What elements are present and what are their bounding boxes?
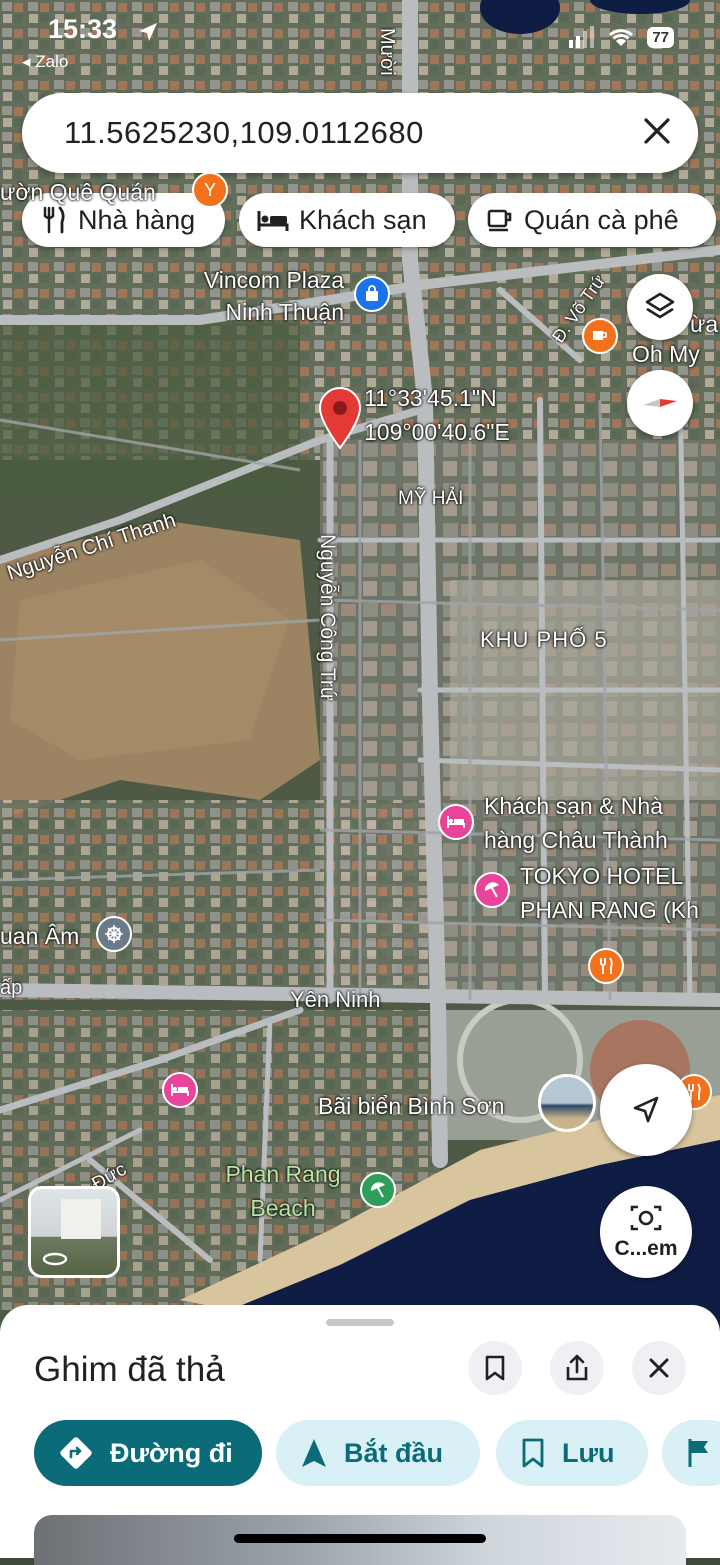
- fork-knife-icon: [600, 957, 613, 974]
- pin-latitude: 11°33'45.1"N: [364, 385, 497, 411]
- start-button[interactable]: Bắt đầu: [276, 1420, 480, 1486]
- map-label-nguyen-cong-tru: Nguyễn Công Trứ: [316, 534, 339, 701]
- map-label-vincom-2: Ninh Thuận: [225, 299, 345, 325]
- hotel-poi-icon[interactable]: [438, 804, 474, 840]
- cafe-poi-icon[interactable]: [582, 318, 618, 354]
- chip-hotels-label: Khách sạn: [299, 204, 427, 235]
- compass-icon: [643, 399, 677, 407]
- home-indicator[interactable]: [234, 1534, 486, 1543]
- umbrella-icon: [484, 882, 499, 898]
- navigation-arrow-icon: [302, 1439, 326, 1467]
- save-label: Lưu: [562, 1437, 615, 1468]
- bed-icon: [257, 211, 289, 231]
- status-icons: 77: [569, 26, 674, 48]
- beach-umbrella-poi-icon[interactable]: [474, 872, 510, 908]
- layers-button[interactable]: [627, 274, 693, 340]
- my-location-button[interactable]: [600, 1064, 692, 1156]
- signal-icon: [569, 26, 595, 48]
- dharma-wheel-icon: [105, 925, 123, 943]
- temple-poi-icon[interactable]: [96, 916, 132, 952]
- status-time: 15:33: [48, 14, 118, 44]
- search-input[interactable]: 11.5625230,109.0112680: [64, 115, 424, 151]
- wifi-icon: [609, 29, 634, 46]
- camera-icon: [630, 1205, 662, 1231]
- map-label-tokyo-1: TOKYO HOTEL: [520, 863, 684, 889]
- map-label-oh-my: Oh My: [632, 341, 700, 367]
- shopping-bag-poi-icon[interactable]: [354, 276, 390, 312]
- layers-icon: [645, 292, 675, 319]
- directions-icon: [60, 1437, 92, 1469]
- map-label-ap: ấp: [0, 977, 23, 999]
- map-label-bai-bien: Bãi biển Bình Sơn: [318, 1093, 505, 1119]
- bed-icon: [171, 1084, 189, 1096]
- chip-cafes[interactable]: Quán cà phê: [468, 193, 716, 247]
- map-label-phan-rang-1: Phan Rang: [225, 1161, 341, 1187]
- map-label-vincom-1: Vincom Plaza: [203, 267, 344, 293]
- map-label-chau-thanh-2: hàng Châu Thành: [484, 827, 668, 853]
- shopping-bag-icon: [366, 285, 378, 301]
- bed-icon: [447, 816, 465, 828]
- chip-restaurants-label: Nhà hàng: [78, 204, 196, 235]
- beach-photo-thumbnail[interactable]: [538, 1074, 596, 1132]
- bar-poi-icon[interactable]: Y: [192, 172, 228, 208]
- coffee-cup-icon: [487, 209, 512, 232]
- drag-handle[interactable]: [326, 1319, 394, 1326]
- camera-search-button[interactable]: C...em: [600, 1186, 692, 1278]
- fork-knife-icon: [43, 206, 65, 234]
- map-label-quan-am: uan Âm: [0, 923, 80, 949]
- start-label: Bắt đầu: [344, 1437, 444, 1468]
- search-bar[interactable]: 11.5625230,109.0112680: [22, 93, 698, 173]
- bottom-sheet[interactable]: Ghim đã thả Đường đi Bắt đầu Lưu: [0, 1305, 720, 1565]
- share-button[interactable]: [550, 1341, 604, 1395]
- dropped-pin-marker[interactable]: [316, 386, 364, 450]
- building-shape: [61, 1199, 101, 1239]
- bookmark-icon: [485, 1355, 505, 1381]
- map-label-yen-ninh: Yên Ninh: [290, 987, 381, 1012]
- restaurant-poi-icon[interactable]: [588, 948, 624, 984]
- map-label-khu-pho-5: KHU PHỐ 5: [480, 627, 608, 652]
- rotate-360-icon: [42, 1252, 68, 1266]
- beach-poi-icon[interactable]: [360, 1172, 396, 1208]
- coffee-cup-icon: [593, 331, 607, 340]
- label-button[interactable]: [662, 1420, 720, 1486]
- map-label-phan-rang-2: Beach: [250, 1195, 316, 1221]
- chip-cafes-label: Quán cà phê: [524, 204, 679, 235]
- pin-longitude: 109°00'40.6"E: [364, 419, 510, 445]
- compass-button[interactable]: [627, 370, 693, 436]
- chip-hotels[interactable]: Khách sạn: [239, 193, 455, 247]
- navigation-arrow-icon: [633, 1096, 659, 1123]
- battery-level: 77: [647, 26, 674, 48]
- close-icon: [649, 1358, 669, 1378]
- map-label-chau-thanh-1: Khách sạn & Nhà: [484, 793, 664, 819]
- sheet-title: Ghim đã thả: [34, 1350, 225, 1389]
- close-icon: [644, 118, 670, 144]
- location-arrow-icon: [139, 23, 157, 41]
- back-to-app-link[interactable]: ◂ Zalo: [22, 52, 68, 72]
- map-label-ua: ừa: [690, 311, 719, 337]
- bookmark-icon: [522, 1438, 544, 1468]
- hotel-poi-icon-2[interactable]: [162, 1072, 198, 1108]
- save-button[interactable]: Lưu: [496, 1420, 648, 1486]
- map-label-tokyo-2: PHAN RANG (Kh: [520, 897, 699, 923]
- umbrella-icon: [370, 1182, 385, 1198]
- close-sheet-button[interactable]: [632, 1341, 686, 1395]
- camera-search-label: C...em: [614, 1237, 678, 1260]
- directions-button[interactable]: Đường đi: [34, 1420, 262, 1486]
- map-label-my-hai: MỸ HẢI: [398, 488, 464, 509]
- flag-icon: [688, 1439, 708, 1467]
- directions-label: Đường đi: [110, 1437, 233, 1468]
- map-label-vuon-que: ườn Quê Quán: [0, 179, 156, 205]
- map-label-muoi: Mười: [376, 28, 398, 76]
- street-view-thumbnail[interactable]: [28, 1186, 120, 1278]
- status-bar: 15:33 ◂ Zalo 77: [0, 0, 720, 80]
- clear-search-button[interactable]: [642, 111, 672, 154]
- share-icon: [566, 1354, 588, 1381]
- save-icon-button[interactable]: [468, 1341, 522, 1395]
